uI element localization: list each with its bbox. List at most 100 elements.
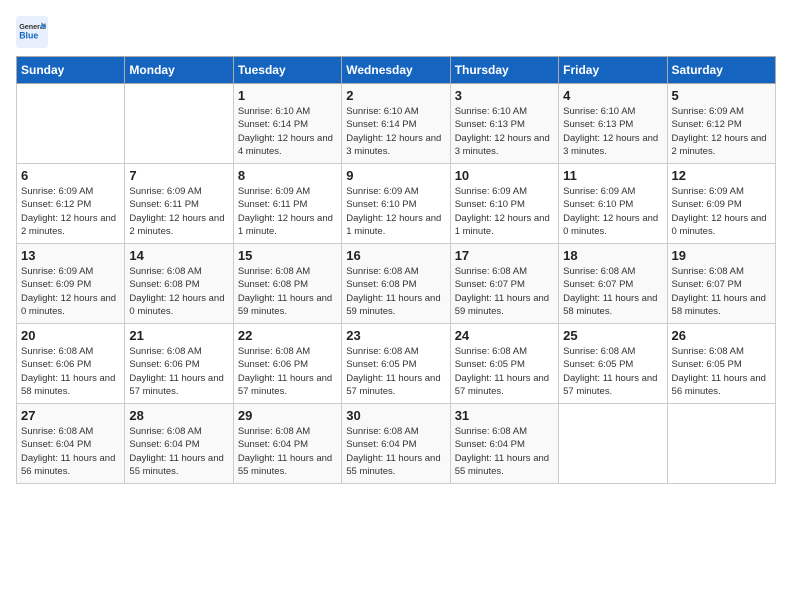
calendar-cell: 4Sunrise: 6:10 AM Sunset: 6:13 PM Daylig… [559,84,667,164]
day-header-sunday: Sunday [17,57,125,84]
day-number: 14 [129,248,228,263]
calendar-cell: 18 Sunrise: 6:08 AM Sunset: 6:07 PM Dayli… [559,244,667,324]
day-detail: Sunrise: 6:08 AM Sunset: 6:04 PM Dayligh… [238,425,337,478]
calendar-table: SundayMondayTuesdayWednesdayThursdayFrid… [16,56,776,484]
calendar-cell [667,404,775,484]
day-detail: Sunrise: 6:09 AM Sunset: 6:09 PM Dayligh… [672,185,771,238]
day-detail: Sunrise: 6:08 AM Sunset: 6:07 PM Dayligh… [455,265,554,318]
day-number: 27 [21,408,120,423]
day-number: 9 [346,168,445,183]
day-number: 1 [238,88,337,103]
calendar-cell: 27 Sunrise: 6:08 AM Sunset: 6:04 PM Dayli… [17,404,125,484]
day-header-saturday: Saturday [667,57,775,84]
page-header: General Blue [16,16,776,48]
calendar-cell: 29 Sunrise: 6:08 AM Sunset: 6:04 PM Dayli… [233,404,341,484]
day-number: 2 [346,88,445,103]
day-detail: Sunrise: 6:08 AM Sunset: 6:05 PM Dayligh… [455,345,554,398]
calendar-cell: 8 Sunrise: 6:09 AM Sunset: 6:11 PM Daylig… [233,164,341,244]
day-number: 26 [672,328,771,343]
day-detail: Sunrise: 6:09 AM Sunset: 6:11 PM Dayligh… [129,185,228,238]
day-detail: Sunrise: 6:09 AM Sunset: 6:10 PM Dayligh… [346,185,445,238]
calendar-cell: 6 Sunrise: 6:09 AM Sunset: 6:12 PM Daylig… [17,164,125,244]
day-detail: Sunrise: 6:08 AM Sunset: 6:04 PM Dayligh… [129,425,228,478]
calendar-cell: 16 Sunrise: 6:08 AM Sunset: 6:08 PM Dayli… [342,244,450,324]
logo: General Blue [16,16,52,48]
day-number: 31 [455,408,554,423]
calendar-cell: 13 Sunrise: 6:09 AM Sunset: 6:09 PM Dayli… [17,244,125,324]
day-number: 24 [455,328,554,343]
day-detail: Sunrise: 6:08 AM Sunset: 6:04 PM Dayligh… [21,425,120,478]
calendar-cell: 9 Sunrise: 6:09 AM Sunset: 6:10 PM Daylig… [342,164,450,244]
calendar-cell: 22 Sunrise: 6:08 AM Sunset: 6:06 PM Dayli… [233,324,341,404]
day-number: 15 [238,248,337,263]
day-header-tuesday: Tuesday [233,57,341,84]
day-number: 18 [563,248,662,263]
day-header-monday: Monday [125,57,233,84]
calendar-cell [559,404,667,484]
day-number: 20 [21,328,120,343]
day-number: 19 [672,248,771,263]
day-detail: Sunrise: 6:08 AM Sunset: 6:06 PM Dayligh… [129,345,228,398]
calendar-cell: 31 Sunrise: 6:08 AM Sunset: 6:04 PM Dayli… [450,404,558,484]
day-number: 29 [238,408,337,423]
calendar-cell: 3 Sunrise: 6:10 AM Sunset: 6:13 PM Daylig… [450,84,558,164]
day-detail: Sunrise: 6:08 AM Sunset: 6:08 PM Dayligh… [238,265,337,318]
day-detail: Sunrise: 6:10 AM Sunset: 6:13 PM Dayligh… [563,105,662,158]
calendar-cell: 1 Sunrise: 6:10 AM Sunset: 6:14 PM Daylig… [233,84,341,164]
day-detail: Sunrise: 6:08 AM Sunset: 6:05 PM Dayligh… [346,345,445,398]
day-detail: Sunrise: 6:09 AM Sunset: 6:11 PM Dayligh… [238,185,337,238]
day-number: 22 [238,328,337,343]
day-detail: Sunrise: 6:09 AM Sunset: 6:10 PM Dayligh… [455,185,554,238]
day-number: 16 [346,248,445,263]
day-number: 7 [129,168,228,183]
day-detail: Sunrise: 6:09 AM Sunset: 6:12 PM Dayligh… [672,105,771,158]
calendar-cell [17,84,125,164]
svg-text:Blue: Blue [19,30,38,40]
day-detail: Sunrise: 6:09 AM Sunset: 6:12 PM Dayligh… [21,185,120,238]
calendar-cell: 25Sunrise: 6:08 AM Sunset: 6:05 PM Dayli… [559,324,667,404]
calendar-cell: 23Sunrise: 6:08 AM Sunset: 6:05 PM Dayli… [342,324,450,404]
calendar-cell: 17 Sunrise: 6:08 AM Sunset: 6:07 PM Dayli… [450,244,558,324]
day-number: 28 [129,408,228,423]
day-detail: Sunrise: 6:08 AM Sunset: 6:08 PM Dayligh… [346,265,445,318]
day-header-thursday: Thursday [450,57,558,84]
calendar-cell: 11 Sunrise: 6:09 AM Sunset: 6:10 PM Dayli… [559,164,667,244]
day-number: 13 [21,248,120,263]
day-detail: Sunrise: 6:08 AM Sunset: 6:07 PM Dayligh… [563,265,662,318]
calendar-cell: 21 Sunrise: 6:08 AM Sunset: 6:06 PM Dayli… [125,324,233,404]
day-number: 3 [455,88,554,103]
calendar-cell: 20 Sunrise: 6:08 AM Sunset: 6:06 PM Dayli… [17,324,125,404]
day-number: 6 [21,168,120,183]
day-detail: Sunrise: 6:08 AM Sunset: 6:06 PM Dayligh… [21,345,120,398]
calendar-cell: 28 Sunrise: 6:08 AM Sunset: 6:04 PM Dayli… [125,404,233,484]
day-number: 21 [129,328,228,343]
day-number: 11 [563,168,662,183]
day-number: 5 [672,88,771,103]
day-detail: Sunrise: 6:09 AM Sunset: 6:09 PM Dayligh… [21,265,120,318]
day-detail: Sunrise: 6:08 AM Sunset: 6:04 PM Dayligh… [346,425,445,478]
day-detail: Sunrise: 6:08 AM Sunset: 6:04 PM Dayligh… [455,425,554,478]
calendar-cell [125,84,233,164]
day-header-friday: Friday [559,57,667,84]
day-number: 8 [238,168,337,183]
day-detail: Sunrise: 6:09 AM Sunset: 6:10 PM Dayligh… [563,185,662,238]
day-number: 17 [455,248,554,263]
calendar-cell: 10 Sunrise: 6:09 AM Sunset: 6:10 PM Dayli… [450,164,558,244]
calendar-cell: 24 Sunrise: 6:08 AM Sunset: 6:05 PM Dayli… [450,324,558,404]
day-detail: Sunrise: 6:08 AM Sunset: 6:06 PM Dayligh… [238,345,337,398]
day-detail: Sunrise: 6:10 AM Sunset: 6:13 PM Dayligh… [455,105,554,158]
day-detail: Sunrise: 6:08 AM Sunset: 6:05 PM Dayligh… [672,345,771,398]
calendar-cell: 14 Sunrise: 6:08 AM Sunset: 6:08 PM Dayli… [125,244,233,324]
calendar-cell: 7 Sunrise: 6:09 AM Sunset: 6:11 PM Daylig… [125,164,233,244]
day-detail: Sunrise: 6:08 AM Sunset: 6:08 PM Dayligh… [129,265,228,318]
day-number: 25 [563,328,662,343]
day-detail: Sunrise: 6:10 AM Sunset: 6:14 PM Dayligh… [238,105,337,158]
day-number: 30 [346,408,445,423]
calendar-cell: 19Sunrise: 6:08 AM Sunset: 6:07 PM Dayli… [667,244,775,324]
calendar-cell: 5 Sunrise: 6:09 AM Sunset: 6:12 PM Daylig… [667,84,775,164]
day-number: 10 [455,168,554,183]
calendar-cell: 15 Sunrise: 6:08 AM Sunset: 6:08 PM Dayli… [233,244,341,324]
day-number: 12 [672,168,771,183]
calendar-cell: 26 Sunrise: 6:08 AM Sunset: 6:05 PM Dayli… [667,324,775,404]
calendar-cell: 30 Sunrise: 6:08 AM Sunset: 6:04 PM Dayli… [342,404,450,484]
